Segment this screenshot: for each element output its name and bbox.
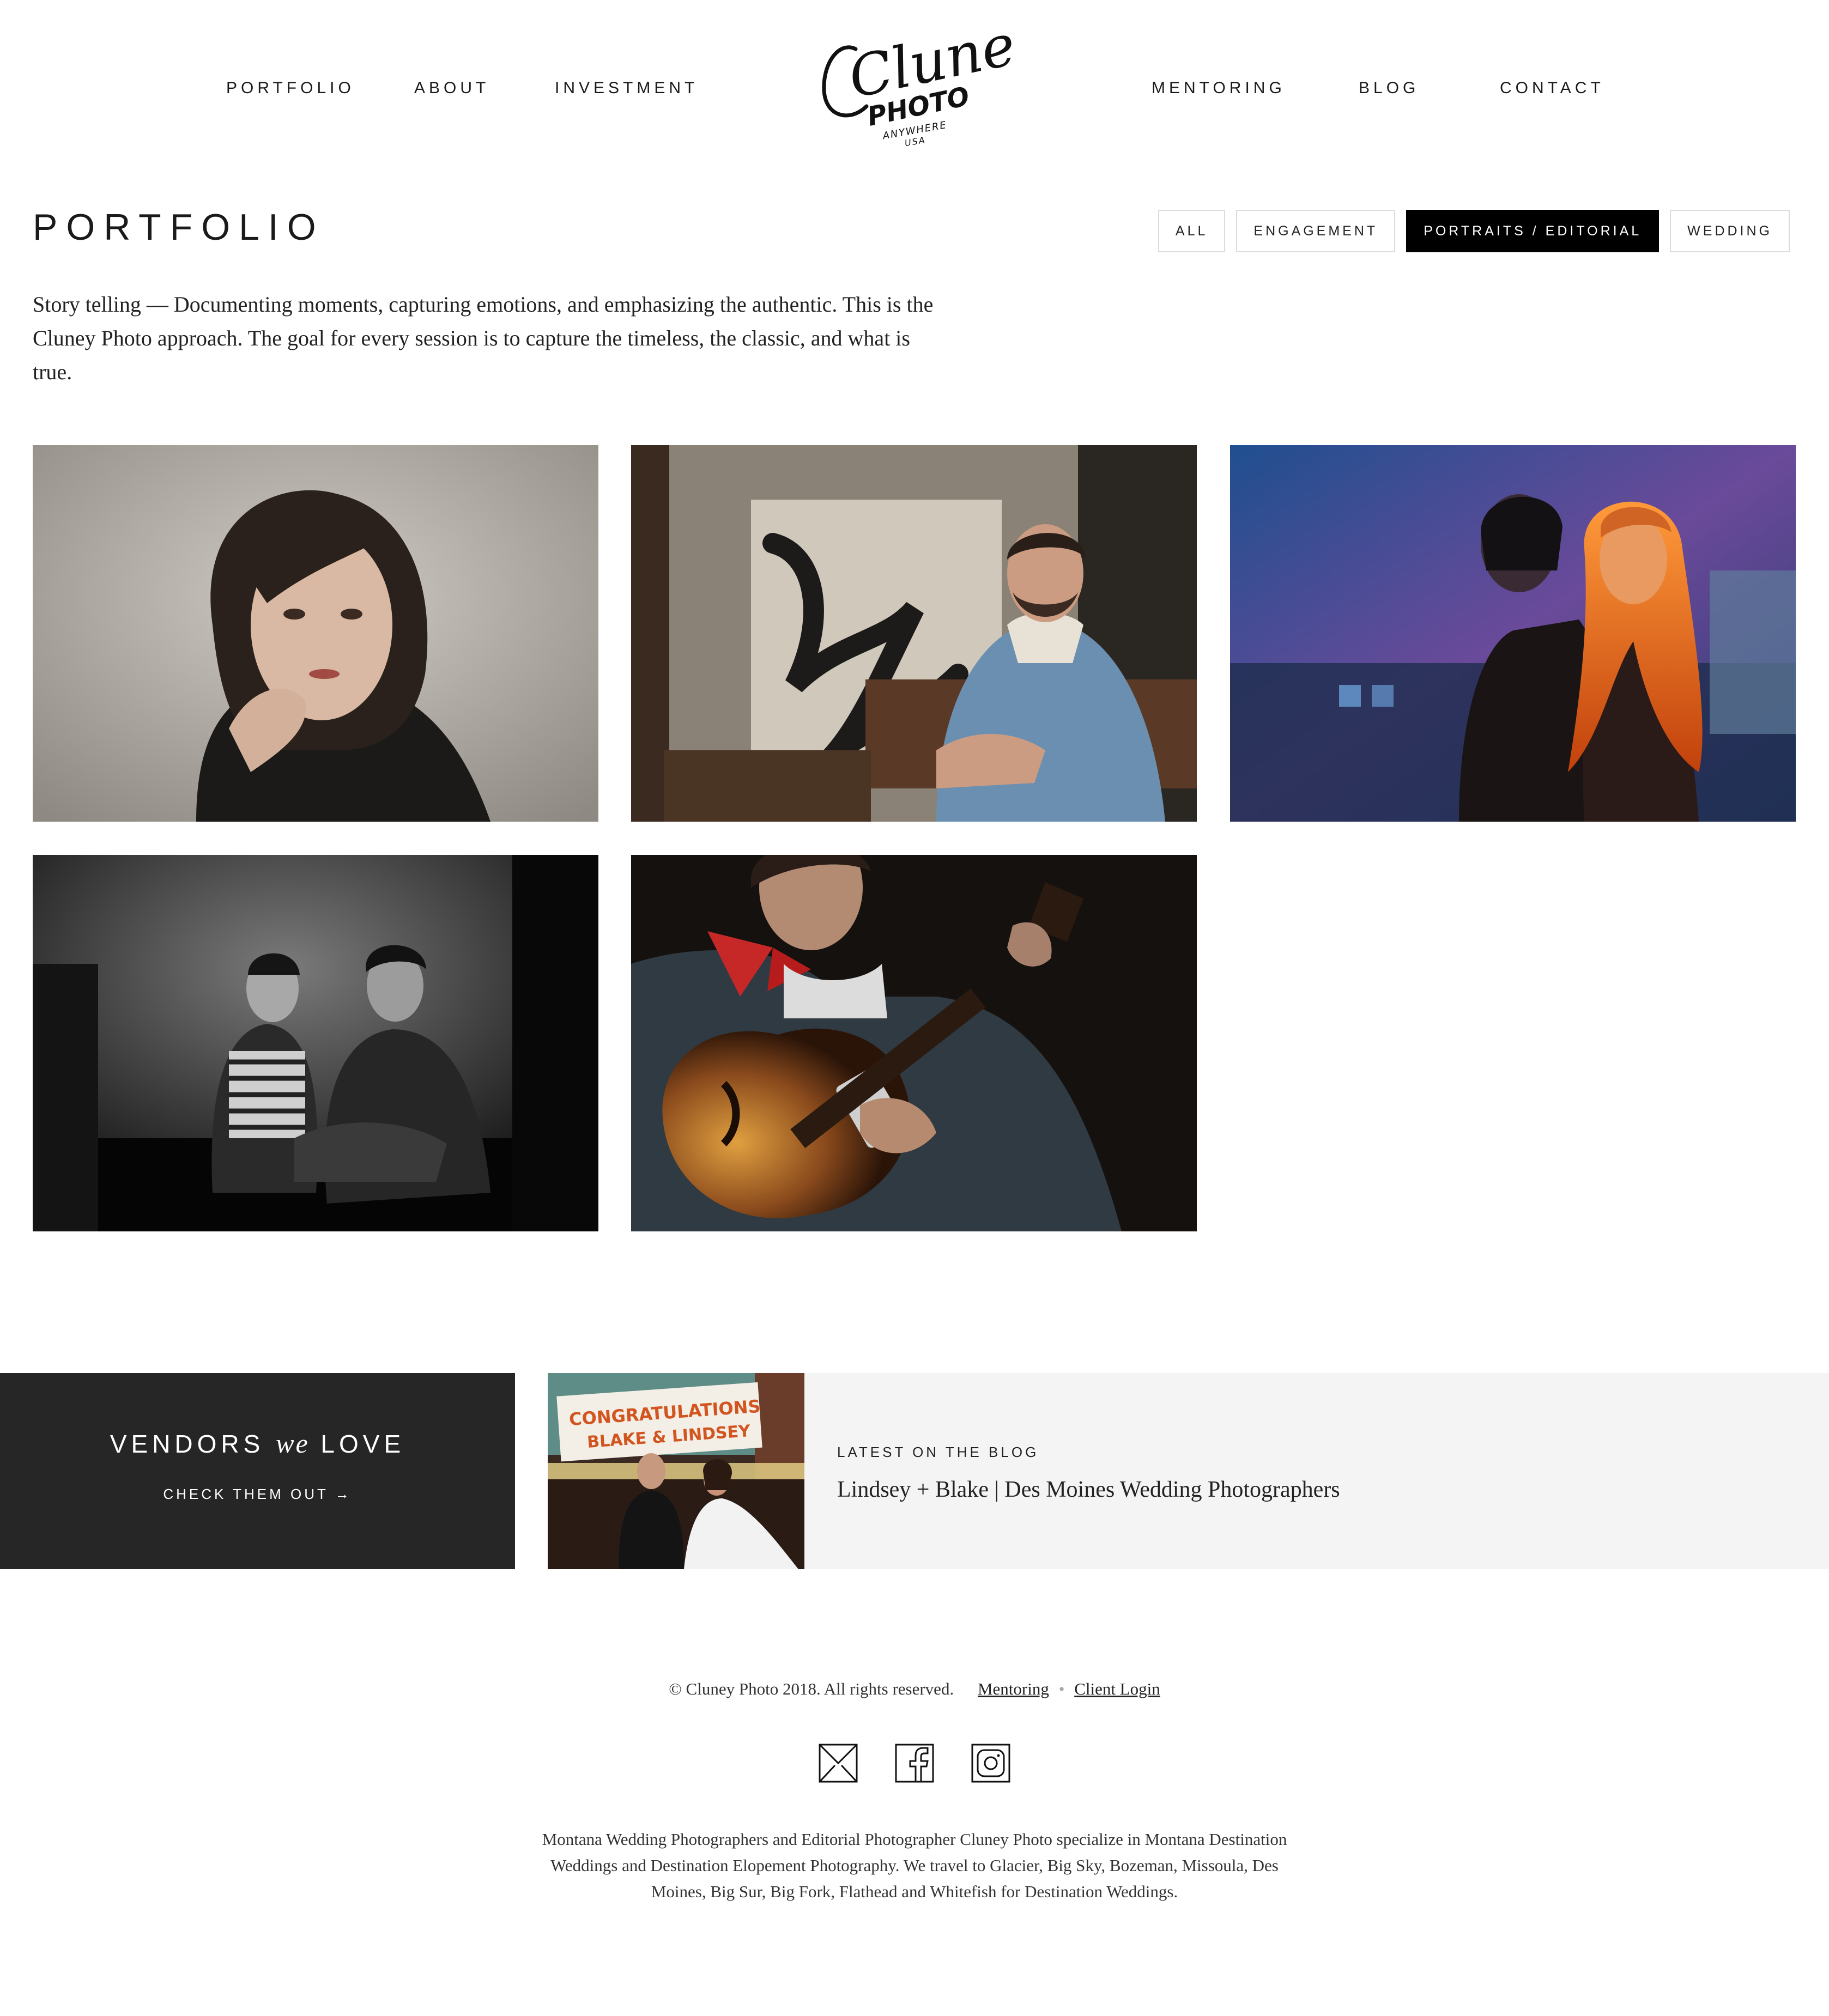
vendors-title-em: we xyxy=(276,1428,310,1459)
footer-copyright-row: © Cluney Photo 2018. All rights reserved… xyxy=(0,1679,1829,1699)
filter-wedding[interactable]: WEDDING xyxy=(1670,210,1790,252)
nav-mentoring[interactable]: MENTORING xyxy=(1152,79,1286,98)
vendors-title-pre: VENDORS xyxy=(110,1430,265,1458)
gallery-photo-man-denim[interactable] xyxy=(631,445,1197,822)
instagram-icon[interactable] xyxy=(971,1744,1010,1783)
filter-all[interactable]: ALL xyxy=(1158,210,1226,252)
gallery-photo-guitar[interactable] xyxy=(631,855,1197,1231)
latest-blog-panel[interactable]: CONGRATULATIONS BLAKE & LINDSEY LATEST O… xyxy=(548,1373,1829,1569)
footer-copyright: © Cluney Photo 2018. All rights reserved… xyxy=(669,1679,954,1698)
nav-investment[interactable]: INVESTMENT xyxy=(555,79,698,98)
vendors-title-post: LOVE xyxy=(320,1430,405,1458)
gallery-photo-couple-neon[interactable] xyxy=(1230,445,1796,822)
vendors-title: VENDORS we LOVE xyxy=(0,1428,515,1459)
vendors-we-love-panel[interactable]: VENDORS we LOVE CHECK THEM OUT → xyxy=(0,1373,515,1569)
site-logo[interactable]: Cluney PHOTO ANYWHERE USA xyxy=(817,4,1053,148)
footer-link-client-login[interactable]: Client Login xyxy=(1074,1679,1160,1698)
portfolio-filters: ALL ENGAGEMENT PORTRAITS / EDITORIAL WED… xyxy=(1158,210,1790,252)
blog-thumbnail[interactable]: CONGRATULATIONS BLAKE & LINDSEY xyxy=(548,1373,804,1569)
blog-headline[interactable]: Lindsey + Blake | Des Moines Wedding Pho… xyxy=(837,1477,1340,1503)
vendors-cta-link[interactable]: CHECK THEM OUT → xyxy=(0,1486,515,1503)
nav-contact[interactable]: CONTACT xyxy=(1500,79,1604,98)
nav-about[interactable]: ABOUT xyxy=(414,79,489,98)
gallery-photo-two-men-bw[interactable] xyxy=(33,855,598,1231)
footer-separator: • xyxy=(1058,1679,1065,1698)
page-title: PORTFOLIO xyxy=(33,207,325,248)
blog-kicker: LATEST ON THE BLOG xyxy=(837,1444,1039,1460)
gallery-photo-woman-portrait[interactable] xyxy=(33,445,598,822)
footer-seo-text: Montana Wedding Photographers and Editor… xyxy=(542,1830,1287,1901)
footer-link-mentoring[interactable]: Mentoring xyxy=(978,1679,1049,1698)
filter-portraits-editorial[interactable]: PORTRAITS / EDITORIAL xyxy=(1406,210,1660,252)
social-links xyxy=(0,1744,1829,1783)
logo-graphic: Cluney PHOTO ANYWHERE USA xyxy=(822,4,1053,148)
filter-engagement[interactable]: ENGAGEMENT xyxy=(1236,210,1396,252)
nav-portfolio[interactable]: PORTFOLIO xyxy=(226,79,355,98)
portfolio-intro: Story telling — Documenting moments, cap… xyxy=(33,292,934,384)
facebook-icon[interactable] xyxy=(895,1744,934,1783)
nav-blog[interactable]: BLOG xyxy=(1359,79,1419,98)
email-icon[interactable] xyxy=(819,1744,858,1783)
